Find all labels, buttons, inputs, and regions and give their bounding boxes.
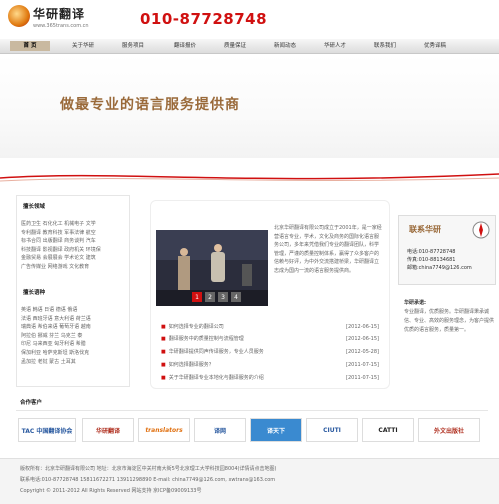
banner-slogan: 做最专业的语言服务提供商 xyxy=(60,97,240,113)
fields-row[interactable]: 标书合同 出版翻译 商务谈判 汽车 xyxy=(21,237,127,246)
promise-text: 专业翻译，优质服务。华研翻译秉承诚信、专业、高效的服务理念，为客户提供优质的语言… xyxy=(404,309,495,333)
photo-tab[interactable]: 2 xyxy=(205,292,215,302)
contact-line: 传真:010-88134681 xyxy=(407,257,456,263)
photo-tab[interactable]: 4 xyxy=(231,292,241,302)
news-item[interactable]: ■ 华研翻译提供同声传译服务，专业人员服务 [2012-05-28] xyxy=(161,348,379,356)
site-header: 华研翻译 www.365trans.com.cn 010-87728748 xyxy=(0,0,499,38)
nav-item-home[interactable]: 首 页 xyxy=(10,41,50,51)
partner-logo-catti[interactable]: CATTI xyxy=(362,418,414,442)
banner-wave-decoration xyxy=(0,173,499,182)
partner-logo-yitianxia[interactable]: 译天下 xyxy=(250,418,302,442)
nav-item-about[interactable]: 关于华研 xyxy=(62,41,104,51)
photo-pager: 1 2 3 4 xyxy=(192,292,241,302)
footer-contact: 联系电话:010-87728748 15811672271 1391129889… xyxy=(20,477,276,483)
fields-row[interactable]: 医药卫生 石化化工 机械电子 文学 xyxy=(21,220,127,229)
bullet-icon: ■ xyxy=(161,324,166,330)
languages-row[interactable]: 保加利亚 哈萨克斯坦 斯洛伐克 xyxy=(21,349,127,358)
footer-copyright: Copyright © 2011-2012 All Rights Reserve… xyxy=(20,488,202,494)
news-title[interactable]: 如何选择翻译服务？ xyxy=(169,362,214,368)
partner-logo-ciuti[interactable]: CIUTI xyxy=(306,418,358,442)
languages-row[interactable]: 瑞典语 希伯来语 葡萄牙语 越南 xyxy=(21,323,127,332)
partner-logo-flp[interactable]: 外文出版社 xyxy=(418,418,480,442)
nav-item-news[interactable]: 新闻动态 xyxy=(264,41,306,51)
news-date: [2012-06-15] xyxy=(346,336,379,342)
languages-row[interactable]: 孟加拉 老挝 蒙古 土耳其 xyxy=(21,358,127,367)
languages-title: 擅长语种 xyxy=(23,290,46,296)
promise-block: 华研承诺: 专业翻译，优质服务。华研翻译秉承诚信、专业、高效的服务理念，为客户提… xyxy=(404,299,494,335)
news-item[interactable]: ■ 如何选择翻译服务？ [2011-07-15] xyxy=(161,361,379,369)
nav-item-services[interactable]: 服务项目 xyxy=(112,41,154,51)
languages-list: 英语 韩语 日语 德语 俄语 法语 西班牙语 意大利语 荷兰语 瑞典语 希伯来语… xyxy=(21,306,127,366)
company-intro: 北京华研翻译有限公司成立于2001年，是一家经营语言专业，学术，文化及商务的国际… xyxy=(274,225,382,274)
footer-address: 版权所有：北京华研翻译有限公司 地址：北京市海淀区中关村南大街5号北京理工大学科… xyxy=(20,466,277,472)
main-nav: 首 页 关于华研 服务项目 翻译报价 质量保证 新闻动态 华研人才 联系我们 优… xyxy=(0,39,499,54)
nav-item-samples[interactable]: 优秀译稿 xyxy=(414,41,456,51)
bullet-icon: ■ xyxy=(161,336,166,342)
contact-line: 邮箱:china7749@126.com xyxy=(407,265,472,271)
news-date: [2011-07-15] xyxy=(346,375,379,381)
fields-list: 医药卫生 石化化工 机械电子 文学 专利翻译 教育科技 军事法律 航空 标书合同… xyxy=(21,220,127,272)
divider xyxy=(16,410,488,411)
languages-row[interactable]: 英语 韩语 日语 德语 俄语 xyxy=(21,306,127,315)
bullet-icon: ■ xyxy=(161,349,166,355)
nav-item-quality[interactable]: 质量保证 xyxy=(214,41,256,51)
contact-line: 电话:010-87728748 xyxy=(407,249,456,255)
brand-name[interactable]: 华研翻译 xyxy=(33,5,85,22)
news-item[interactable]: ■ 关于华研翻译专业本地化与翻译服务的介绍 [2011-07-15] xyxy=(161,374,379,382)
bullet-icon: ■ xyxy=(161,375,166,381)
brand-url: www.365trans.com.cn xyxy=(33,23,89,29)
partners-title: 合作客户 xyxy=(20,400,43,406)
news-title[interactable]: 翻译服务中的质量控制与流程管理 xyxy=(169,336,244,342)
nav-item-quote[interactable]: 翻译报价 xyxy=(164,41,206,51)
logo-icon[interactable] xyxy=(8,5,30,27)
partner-logo-tac[interactable]: TAC 中国翻译协会 xyxy=(18,418,76,442)
nav-item-careers[interactable]: 华研人才 xyxy=(314,41,356,51)
news-title[interactable]: 华研翻译提供同声传译服务，专业人员服务 xyxy=(169,349,264,355)
fields-row[interactable]: 金融贸易 会展展会 学术论文 建筑 xyxy=(21,254,127,263)
header-phone: 010-87728748 xyxy=(140,10,268,28)
left-sidebar: 擅长领域 医药卫生 石化化工 机械电子 文学 专利翻译 教育科技 军事法律 航空… xyxy=(16,195,130,387)
fields-row[interactable]: 广告传媒业 网络游戏 文化教育 xyxy=(21,263,127,272)
partner-logo-yiwang[interactable]: 译网 xyxy=(194,418,246,442)
partner-logo-translators[interactable]: translators xyxy=(138,418,190,442)
promise-title: 华研承诺: xyxy=(404,300,426,306)
nav-item-contact[interactable]: 联系我们 xyxy=(364,41,406,51)
partner-logo-huayan[interactable]: 华研翻译 xyxy=(82,418,134,442)
news-date: [2012-05-28] xyxy=(346,349,379,355)
contact-card-title: 联系华研 xyxy=(409,225,441,234)
site-footer: 版权所有：北京华研翻译有限公司 地址：北京市海淀区中关村南大街5号北京理工大学科… xyxy=(0,458,499,504)
languages-row[interactable]: 阿拉伯 挪威 芬兰 乌克兰 泰 xyxy=(21,332,127,341)
fields-title: 擅长领域 xyxy=(23,204,46,210)
languages-row[interactable]: 法语 西班牙语 意大利语 荷兰语 xyxy=(21,315,127,324)
bullet-icon: ■ xyxy=(161,362,166,368)
news-item[interactable]: ■ 如何选择专业的翻译公司 [2012-06-15] xyxy=(161,323,379,331)
fields-row[interactable]: 科技翻译 影视翻译 政府机关 环境保 xyxy=(21,246,127,255)
company-photo[interactable]: 1 2 3 4 xyxy=(156,230,268,306)
news-title[interactable]: 关于华研翻译专业本地化与翻译服务的介绍 xyxy=(169,375,264,381)
news-date: [2012-06-15] xyxy=(346,324,379,330)
photo-tab[interactable]: 1 xyxy=(192,292,202,302)
news-date: [2011-07-15] xyxy=(346,362,379,368)
contact-card[interactable]: 联系华研 电话:010-87728748 传真:010-88134681 邮箱:… xyxy=(398,215,496,285)
compass-icon xyxy=(472,221,490,239)
contact-lines: 电话:010-87728748 传真:010-88134681 邮箱:china… xyxy=(407,248,472,272)
news-item[interactable]: ■ 翻译服务中的质量控制与流程管理 [2012-06-15] xyxy=(161,335,379,343)
fields-row[interactable]: 专利翻译 教育科技 军事法律 航空 xyxy=(21,229,127,238)
news-title[interactable]: 如何选择专业的翻译公司 xyxy=(169,324,224,330)
photo-tab[interactable]: 3 xyxy=(218,292,228,302)
languages-row[interactable]: 印尼 马来西亚 匈牙利语 希腊 xyxy=(21,340,127,349)
